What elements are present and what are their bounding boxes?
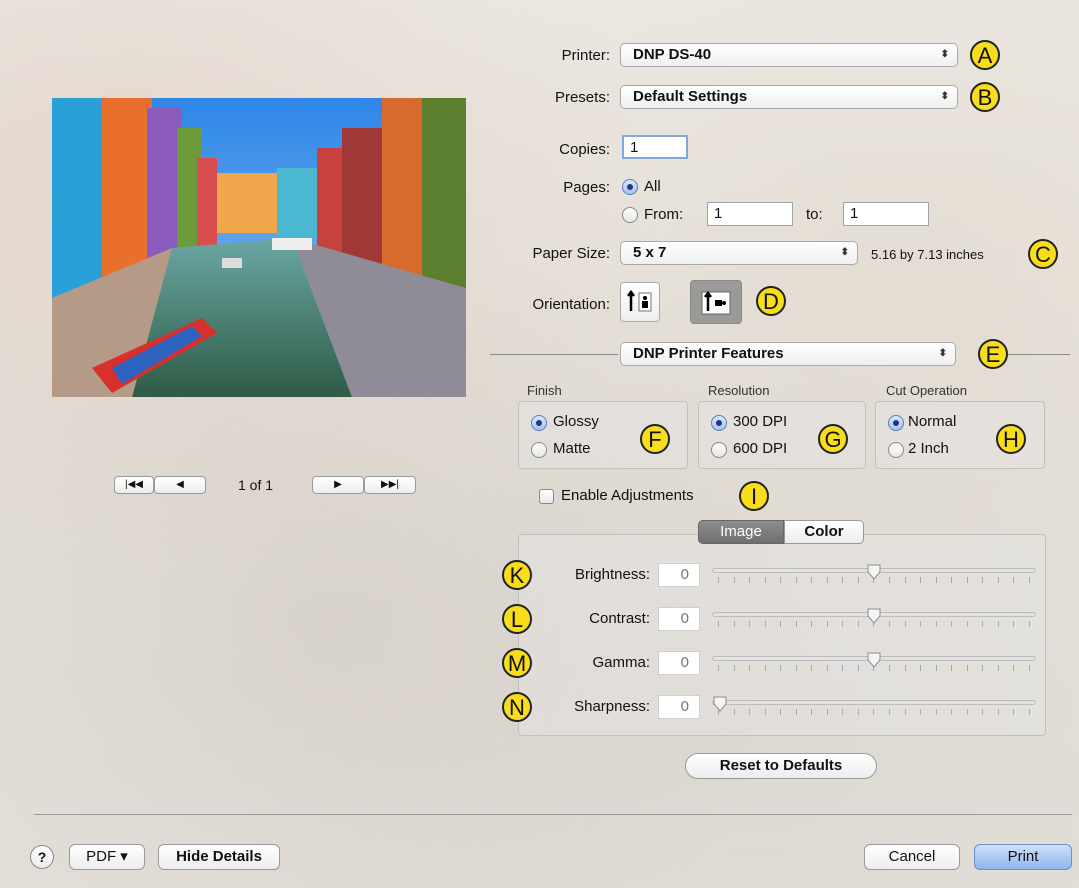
callout-d: D: [756, 286, 786, 316]
orientation-label: Orientation:: [532, 296, 610, 313]
resolution-300-radio[interactable]: [711, 415, 727, 431]
tab-image[interactable]: Image: [698, 520, 784, 544]
orientation-portrait-button[interactable]: [620, 282, 660, 322]
updown-arrow-icon: ⬍: [840, 247, 849, 258]
finish-glossy-radio[interactable]: [531, 415, 547, 431]
pages-to-field[interactable]: 1: [843, 202, 929, 226]
resolution-600-radio[interactable]: [711, 442, 727, 458]
slider-value-field[interactable]: 0: [658, 563, 700, 587]
printer-label: Printer:: [561, 47, 610, 64]
callout-i: I: [739, 481, 769, 511]
callout-h: H: [996, 424, 1026, 454]
slider-value-field[interactable]: 0: [658, 607, 700, 631]
pdf-menu-button[interactable]: PDF ▾: [69, 844, 145, 870]
copies-label: Copies:: [559, 141, 610, 158]
callout-g: G: [818, 424, 848, 454]
cancel-button[interactable]: Cancel: [864, 844, 960, 870]
section-divider-right: [1008, 354, 1070, 355]
tab-color[interactable]: Color: [784, 520, 864, 544]
features-value: DNP Printer Features: [633, 345, 784, 362]
presets-popup[interactable]: Default Settings ⬍: [620, 85, 958, 109]
updown-arrow-icon: ⬍: [940, 49, 949, 60]
paper-size-value: 5 x 7: [633, 244, 667, 261]
resolution-label: Resolution: [708, 383, 770, 398]
first-page-button[interactable]: |◀◀: [114, 476, 154, 494]
cut-2inch-radio[interactable]: [888, 442, 904, 458]
updown-arrow-icon: ⬍: [938, 348, 947, 359]
callout-e: E: [978, 339, 1008, 369]
landscape-icon: [701, 290, 731, 315]
presets-value: Default Settings: [633, 88, 748, 105]
finish-matte-radio[interactable]: [531, 442, 547, 458]
previous-page-button[interactable]: ◀: [154, 476, 206, 494]
callout-a: A: [970, 40, 1000, 70]
slider-track[interactable]: [712, 700, 1036, 705]
pages-from-radio[interactable]: [622, 207, 638, 223]
resolution-600-label: 600 DPI: [733, 440, 788, 457]
paper-size-info: 5.16 by 7.13 inches: [871, 247, 984, 262]
features-popup[interactable]: DNP Printer Features ⬍: [620, 342, 956, 366]
cut-normal-radio[interactable]: [888, 415, 904, 431]
reset-defaults-button[interactable]: Reset to Defaults: [685, 753, 877, 779]
pages-all-label: All: [644, 178, 661, 195]
paper-size-popup[interactable]: 5 x 7 ⬍: [620, 241, 858, 265]
last-page-button[interactable]: ▶▶|: [364, 476, 416, 494]
help-button[interactable]: ?: [30, 845, 54, 869]
pages-all-radio[interactable]: [622, 179, 638, 195]
pages-label: Pages:: [563, 179, 610, 196]
hide-details-button[interactable]: Hide Details: [158, 844, 280, 870]
paper-size-label: Paper Size:: [532, 245, 610, 262]
enable-adjustments-checkbox[interactable]: [539, 489, 554, 504]
cut-label: Cut Operation: [886, 383, 967, 398]
callout-b: B: [970, 82, 1000, 112]
slider-ticks: [718, 709, 1030, 715]
slider-label: Sharpness:: [574, 698, 650, 715]
enable-adjustments-label: Enable Adjustments: [561, 487, 694, 504]
callout-c: C: [1028, 239, 1058, 269]
pages-from-field[interactable]: 1: [707, 202, 793, 226]
updown-arrow-icon: ⬍: [940, 91, 949, 102]
print-button[interactable]: Print: [974, 844, 1072, 870]
callout-f: F: [640, 424, 670, 454]
slider-value-field[interactable]: 0: [658, 695, 700, 719]
presets-label: Presets:: [554, 89, 610, 106]
finish-matte-label: Matte: [553, 440, 591, 457]
cut-normal-label: Normal: [908, 413, 957, 430]
print-preview-image: [52, 98, 466, 397]
printer-value: DNP DS-40: [633, 46, 712, 63]
pages-to-label: to:: [806, 206, 823, 223]
next-page-button[interactable]: ▶: [312, 476, 364, 494]
finish-label: Finish: [527, 383, 562, 398]
slider-label: Gamma:: [592, 654, 650, 671]
portrait-icon: [627, 289, 652, 312]
slider-value-field[interactable]: 0: [658, 651, 700, 675]
orientation-landscape-button[interactable]: [690, 280, 742, 324]
pages-from-label: From:: [644, 206, 684, 223]
printer-popup[interactable]: DNP DS-40 ⬍: [620, 43, 958, 67]
cut-2inch-label: 2 Inch: [908, 440, 949, 457]
page-header: [0, 0, 1079, 9]
footer-divider: [34, 814, 1072, 815]
slider-label: Brightness:: [574, 566, 650, 583]
finish-glossy-label: Glossy: [553, 413, 599, 430]
page-indicator: 1 of 1: [238, 477, 274, 493]
copies-field[interactable]: 1: [622, 135, 688, 159]
resolution-300-label: 300 DPI: [733, 413, 788, 430]
slider-label: Contrast:: [589, 610, 650, 627]
section-divider-left: [490, 354, 618, 355]
